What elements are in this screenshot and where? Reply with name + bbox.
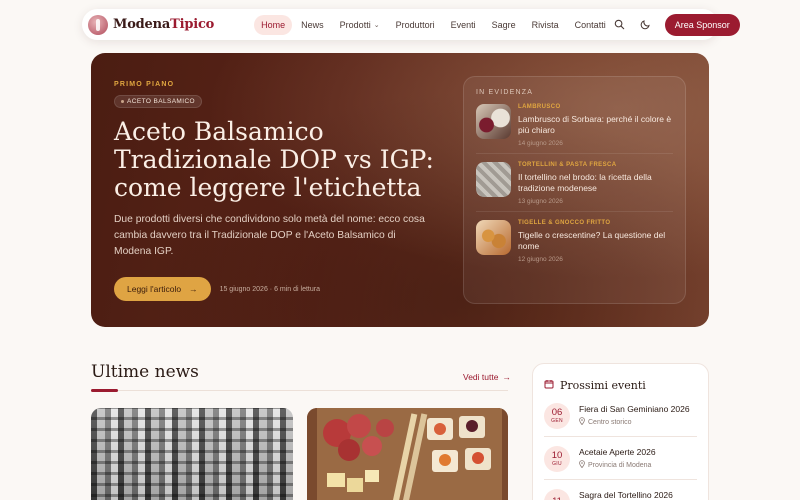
highlight-item[interactable]: TIGELLE & GNOCCO FRITTO Tigelle o cresce… xyxy=(476,212,673,269)
event-location: Provincia di Modena xyxy=(579,460,656,470)
nav-item-sagre[interactable]: Sagre xyxy=(485,15,523,35)
event-item[interactable]: 11 Sagra del Tortellino 2026 xyxy=(544,480,697,500)
event-location-label: Provincia di Modena xyxy=(588,461,652,469)
highlight-date: 13 giugno 2026 xyxy=(518,198,563,205)
highlights-panel: IN EVIDENZA LAMBRUSCO Lambrusco di Sorba… xyxy=(463,76,686,304)
event-date-badge: 11 xyxy=(544,489,570,500)
nav-item-news[interactable]: News xyxy=(294,15,331,35)
hero-content: PRIMO PIANO ACETO BALSAMICO Aceto Balsam… xyxy=(114,81,444,301)
arrow-right-icon: → xyxy=(189,284,198,294)
calendar-icon xyxy=(544,376,554,394)
platter-illustration xyxy=(307,408,508,500)
news-divider-accent xyxy=(91,389,118,392)
highlight-headline: Lambrusco di Sorbara: perché il colore è… xyxy=(518,114,672,135)
sponsor-area-button[interactable]: Area Sponsor xyxy=(664,13,740,36)
highlight-thumbnail xyxy=(476,162,511,197)
highlight-thumbnail xyxy=(476,104,511,139)
news-card-image-cheese[interactable] xyxy=(91,408,293,500)
location-pin-icon xyxy=(579,460,585,470)
search-icon[interactable] xyxy=(613,18,627,32)
nav-item-label: Rivista xyxy=(531,19,559,30)
event-date-badge: 06 GEN xyxy=(544,403,570,429)
event-location-label: Centro storico xyxy=(588,418,632,426)
nav-item-label: Produttori xyxy=(395,19,435,30)
nav-item-home[interactable]: Home xyxy=(254,14,293,35)
event-name: Acetaie Aperte 2026 xyxy=(579,447,656,457)
arrow-right-icon: → xyxy=(502,372,511,382)
nav-item-label: Home xyxy=(261,19,286,30)
site-logo[interactable]: ModenaTipico xyxy=(88,14,214,35)
nav-item-label: Eventi xyxy=(450,19,476,30)
logo-text-main: Modena xyxy=(113,17,171,32)
event-location: Centro storico xyxy=(579,417,690,427)
hero-tag-label: ACETO BALSAMICO xyxy=(127,98,196,105)
main-menu: Home News Prodotti ⌄ Produttori Eventi Sa… xyxy=(254,14,613,35)
event-name: Fiera di San Geminiano 2026 xyxy=(579,404,690,414)
news-card-image-platter[interactable] xyxy=(307,408,508,500)
hero-cta-row: Leggi l'articolo → 15 giugno 2026 · 6 min… xyxy=(114,277,444,301)
nav-item-contatti[interactable]: Contatti xyxy=(568,15,613,35)
events-header: Prossimi eventi xyxy=(544,376,697,394)
event-day: 06 xyxy=(551,407,563,418)
logo-text: ModenaTipico xyxy=(113,17,214,32)
location-pin-icon xyxy=(579,417,585,427)
top-navbar: ModenaTipico Home News Prodotti ⌄ Produtt… xyxy=(82,9,740,40)
hero-subtitle: Due prodotti diversi che condividono sol… xyxy=(114,214,425,257)
highlight-item[interactable]: LAMBRUSCO Lambrusco di Sorbara: perché i… xyxy=(476,96,673,154)
event-month: GEN xyxy=(551,418,563,424)
upcoming-events-panel: Prossimi eventi 06 GEN Fiera di San Gemi… xyxy=(532,363,709,500)
nav-item-prodotti[interactable]: Prodotti ⌄ xyxy=(333,15,387,35)
news-section-title: Ultime news xyxy=(91,362,199,382)
highlight-date: 14 giugno 2026 xyxy=(518,140,563,147)
event-item[interactable]: 06 GEN Fiera di San Geminiano 2026 Centr… xyxy=(544,394,697,437)
hero-eyebrow: PRIMO PIANO xyxy=(114,81,175,88)
nav-actions: Area Sponsor xyxy=(613,13,740,36)
logo-mark-icon xyxy=(88,14,108,35)
events-title: Prossimi eventi xyxy=(560,378,646,392)
event-month: GIU xyxy=(552,461,562,467)
nav-item-rivista[interactable]: Rivista xyxy=(525,15,566,35)
see-all-news-link[interactable]: Vedi tutte → xyxy=(463,372,511,382)
chevron-down-icon: ⌄ xyxy=(373,21,380,29)
event-name: Sagra del Tortellino 2026 xyxy=(579,490,673,500)
nav-item-produttori[interactable]: Produttori xyxy=(389,15,442,35)
highlight-thumbnail xyxy=(476,220,511,255)
highlight-date: 12 giugno 2026 xyxy=(518,256,563,263)
news-divider xyxy=(91,390,508,391)
tag-dot-icon xyxy=(121,100,124,103)
nav-item-label: News xyxy=(301,19,324,30)
hero-meta: 15 giugno 2026 · 6 min di lettura xyxy=(219,285,320,293)
highlight-category: LAMBRUSCO xyxy=(518,104,561,110)
read-article-button[interactable]: Leggi l'articolo → xyxy=(114,277,211,301)
nav-item-label: Contatti xyxy=(574,19,606,30)
highlight-headline: Il tortellino nel brodo: la ricetta dell… xyxy=(518,172,652,193)
logo-text-accent: Tipico xyxy=(170,17,215,32)
moon-icon[interactable] xyxy=(639,18,653,32)
hero-title[interactable]: Aceto Balsamico Tradizionale DOP vs IGP:… xyxy=(114,118,444,202)
event-day: 10 xyxy=(551,450,563,461)
highlight-category: TORTELLINI & PASTA FRESCA xyxy=(518,162,617,168)
event-item[interactable]: 10 GIU Acetaie Aperte 2026 Provincia di … xyxy=(544,437,697,480)
nav-item-eventi[interactable]: Eventi xyxy=(444,15,483,35)
hero-banner: PRIMO PIANO ACETO BALSAMICO Aceto Balsam… xyxy=(91,53,709,327)
see-all-label: Vedi tutte xyxy=(463,372,499,382)
hero-tag[interactable]: ACETO BALSAMICO xyxy=(114,95,203,108)
read-article-label: Leggi l'articolo xyxy=(127,284,182,294)
highlight-headline: Tigelle o crescentine? La questione del … xyxy=(518,230,666,251)
highlight-category: TIGELLE & GNOCCO FRITTO xyxy=(518,220,611,226)
event-date-badge: 10 GIU xyxy=(544,446,570,472)
nav-item-label: Sagre xyxy=(491,19,516,30)
highlight-item[interactable]: TORTELLINI & PASTA FRESCA Il tortellino … xyxy=(476,154,673,212)
highlights-title: IN EVIDENZA xyxy=(476,89,534,96)
nav-item-label: Prodotti xyxy=(339,19,371,30)
